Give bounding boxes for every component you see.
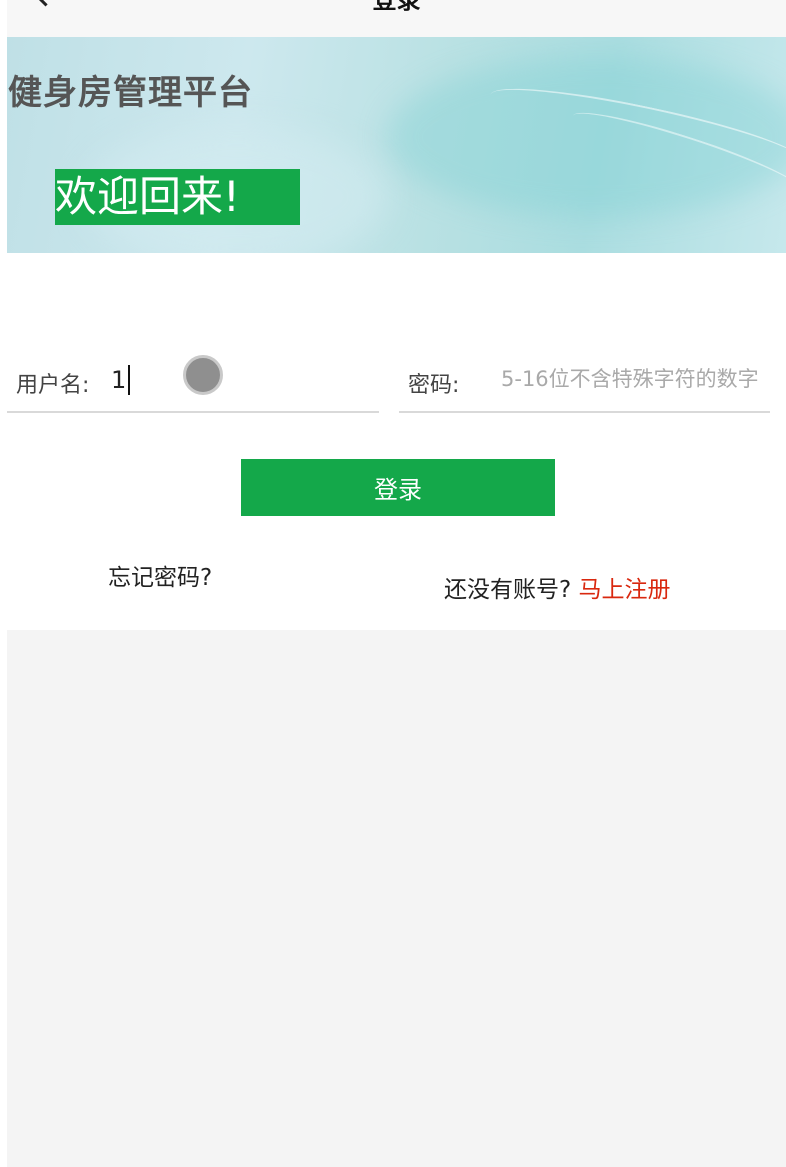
touch-indicator xyxy=(183,355,223,395)
username-field[interactable]: 用户名: 1 xyxy=(7,351,379,413)
no-account-text: 还没有账号? xyxy=(444,577,572,603)
password-label: 密码: xyxy=(408,373,460,398)
register-link[interactable]: 马上注册 xyxy=(579,577,671,603)
username-label: 用户名: xyxy=(16,373,90,398)
app-name: 健身房管理平台 xyxy=(8,73,253,113)
password-field[interactable]: 密码: xyxy=(399,351,770,413)
password-input[interactable] xyxy=(501,361,769,397)
left-edge xyxy=(0,0,7,1167)
login-form: 用户名: 1 密码: 登录 忘记密码? 还没有账号? 马上注册 xyxy=(7,253,786,630)
page-title: 登录 xyxy=(372,0,421,14)
login-button[interactable]: 登录 xyxy=(241,459,555,516)
register-row: 还没有账号? 马上注册 xyxy=(444,570,671,604)
username-input[interactable]: 1 xyxy=(111,365,131,395)
welcome-text: 欢迎回来! xyxy=(55,169,300,225)
top-bar: 登录 xyxy=(7,0,786,37)
banner: 健身房管理平台 欢迎回来! xyxy=(7,37,786,253)
forgot-password-link[interactable]: 忘记密码? xyxy=(108,558,212,592)
